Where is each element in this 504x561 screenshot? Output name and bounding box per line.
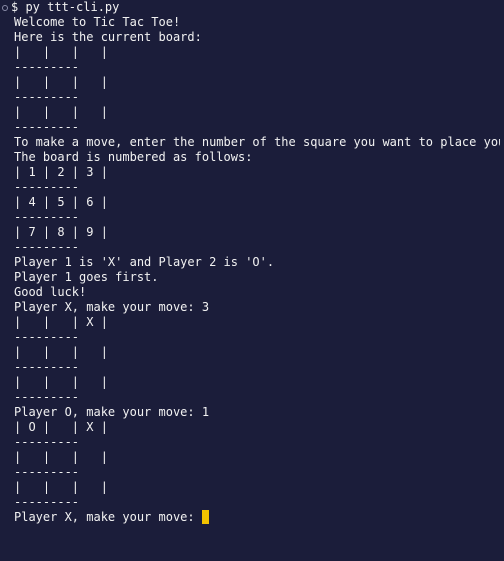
output-line: Here is the current board: <box>14 30 202 44</box>
terminal-output: Welcome to Tic Tac Toe! Here is the curre… <box>14 15 500 525</box>
output-line: --------- <box>14 240 80 254</box>
output-line: | 1 | 2 | 3 | <box>14 165 108 179</box>
output-line: --------- <box>14 495 80 509</box>
output-line: | | | | <box>14 345 108 359</box>
output-line: --------- <box>14 435 80 449</box>
output-line: | 4 | 5 | 6 | <box>14 195 108 209</box>
output-line: --------- <box>14 90 80 104</box>
output-line: --------- <box>14 180 80 194</box>
output-line: To make a move, enter the number of the … <box>14 135 500 149</box>
command-text: $ py ttt-cli.py <box>11 0 120 14</box>
output-line: --------- <box>14 465 80 479</box>
output-line: | | | | <box>14 105 108 119</box>
output-line: Player X, make your move: 3 <box>14 300 210 314</box>
output-line: | | | | <box>14 45 108 59</box>
output-line: Player 1 is 'X' and Player 2 is 'O'. <box>14 255 275 269</box>
input-prompt-text: Player X, make your move: <box>14 510 202 524</box>
output-line: Good luck! <box>14 285 87 299</box>
output-line: | | | | <box>14 480 108 494</box>
output-line: | | | | <box>14 450 108 464</box>
terminal-window[interactable]: $ py ttt-cli.py Welcome to Tic Tac Toe! H… <box>0 0 504 561</box>
output-line: Welcome to Tic Tac Toe! <box>14 15 181 29</box>
output-line: | | | | <box>14 375 108 389</box>
output-line: | 7 | 8 | 9 | <box>14 225 108 239</box>
output-line: --------- <box>14 60 80 74</box>
command-prompt-line: $ py ttt-cli.py <box>2 0 119 15</box>
prompt-marker-icon <box>2 4 8 11</box>
output-line: The board is numbered as follows: <box>14 150 253 164</box>
output-line: | O | | X | <box>14 420 108 434</box>
text-cursor <box>201 510 209 524</box>
output-line: --------- <box>14 330 80 344</box>
output-line: | | | | <box>14 75 108 89</box>
input-line[interactable]: Player X, make your move: <box>14 510 500 525</box>
output-line: Player O, make your move: 1 <box>14 405 210 419</box>
output-line: --------- <box>14 210 80 224</box>
output-line: --------- <box>14 120 80 134</box>
output-lines: Welcome to Tic Tac Toe! Here is the curre… <box>14 15 500 510</box>
output-line: --------- <box>14 390 80 404</box>
output-line: --------- <box>14 360 80 374</box>
output-line: Player 1 goes first. <box>14 270 159 284</box>
output-line: | | | X | <box>14 315 108 329</box>
